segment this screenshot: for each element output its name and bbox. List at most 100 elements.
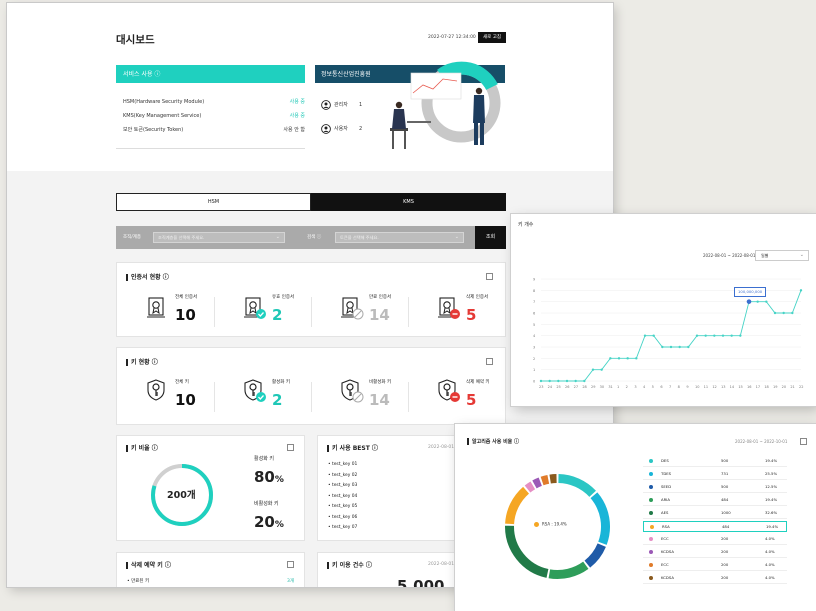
data-point[interactable] (548, 379, 551, 383)
table-row[interactable]: ECC 200 4.0% (643, 560, 787, 571)
refresh-button[interactable]: 새로 고침 (478, 32, 506, 43)
expired-key-value: 3개 (287, 579, 295, 584)
inactive-key-label: 비활성화 키 (254, 501, 279, 507)
token-select[interactable]: 토큰을 선택해 주세요. ⌄ (335, 232, 464, 243)
data-point[interactable] (574, 379, 577, 383)
data-point[interactable] (730, 334, 733, 337)
x-tick-label: 31 (608, 385, 612, 389)
external-link-icon[interactable] (287, 561, 294, 568)
data-point[interactable] (756, 300, 759, 303)
data-point[interactable] (704, 334, 707, 337)
x-tick-label: 30 (600, 385, 604, 389)
y-tick-label: 0 (533, 380, 535, 384)
table-row[interactable]: SEED 500 12.5% (643, 482, 787, 493)
stat-value: 14 (369, 306, 390, 324)
data-point[interactable] (643, 334, 647, 337)
key-count-panel: 키 개수 2022-08-01 ~ 2022-08-01 일별 ⌄ 012345… (511, 214, 816, 406)
tab-kms[interactable]: KMS (311, 193, 506, 211)
admin-label: 관리자 (334, 102, 348, 108)
data-point[interactable] (799, 289, 803, 292)
key-best-item[interactable]: • test_key 07 (328, 525, 357, 530)
certificate-icon (438, 297, 460, 319)
algorithm-count: 484 (722, 524, 730, 529)
data-point[interactable] (539, 379, 543, 383)
x-tick-label: 21 (790, 385, 794, 389)
data-point[interactable] (669, 345, 673, 349)
data-point[interactable] (695, 334, 699, 337)
donut-slice[interactable] (548, 561, 589, 579)
data-point[interactable] (635, 357, 638, 360)
business-illustration (390, 61, 501, 149)
x-tick-label: 22 (799, 385, 803, 389)
data-point[interactable] (565, 379, 569, 383)
x-tick-label: 26 (565, 385, 569, 389)
service-name: 보안 토큰(Security Token) (123, 127, 184, 133)
algorithm-percent: 19.4% (766, 524, 779, 529)
data-point[interactable] (713, 334, 716, 337)
data-point[interactable] (765, 300, 768, 303)
algorithm-name: AES (661, 510, 669, 515)
data-point[interactable] (773, 311, 777, 315)
data-point[interactable] (652, 334, 655, 337)
table-row[interactable]: ARIA 484 19.4% (643, 495, 787, 506)
data-point[interactable] (687, 345, 690, 349)
table-row[interactable]: KCDSA 200 4.0% (643, 573, 787, 584)
data-point[interactable] (746, 299, 752, 304)
donut-slice[interactable] (505, 525, 549, 578)
external-link-icon[interactable] (800, 438, 807, 445)
data-point[interactable] (626, 357, 629, 360)
external-link-icon[interactable] (486, 273, 493, 280)
data-point[interactable] (782, 311, 785, 315)
data-point[interactable] (591, 368, 595, 371)
key-best-item[interactable]: • test_key 02 (328, 473, 357, 478)
donut-slice[interactable] (558, 474, 596, 498)
key-best-item[interactable]: • test_key 06 (328, 515, 357, 520)
key-best-title: 키 사용 BEST ⓘ (327, 445, 378, 452)
data-point[interactable] (661, 345, 664, 349)
search-button[interactable]: 조회 (475, 226, 506, 249)
external-link-icon[interactable] (287, 444, 294, 451)
table-row[interactable]: AES 1000 32.6% (643, 508, 787, 519)
algorithm-name: ECC (661, 536, 669, 541)
org-select[interactable]: 조직계층을 선택해 주세요. ⌄ (153, 232, 285, 243)
data-point[interactable] (678, 345, 681, 349)
donut-slice[interactable] (505, 486, 530, 525)
donut-slice[interactable] (590, 492, 610, 545)
x-tick-label: 5 (652, 385, 654, 389)
data-point[interactable] (739, 334, 742, 337)
data-point[interactable] (583, 379, 586, 383)
data-point[interactable] (617, 357, 621, 360)
data-point[interactable] (557, 379, 560, 383)
table-row[interactable]: TDES 731 25.5% (643, 469, 787, 480)
legend-dot (649, 472, 653, 476)
external-link-icon[interactable] (486, 358, 493, 365)
donut-slice[interactable] (549, 474, 557, 484)
donut-slice[interactable] (524, 481, 536, 493)
key-best-item[interactable]: • test_key 03 (328, 483, 357, 488)
data-point[interactable] (600, 368, 603, 371)
key-best-item[interactable]: • test_key 04 (328, 494, 357, 499)
stat-divider (311, 297, 312, 327)
data-point[interactable] (791, 311, 794, 315)
tab-hsm[interactable]: HSM (116, 193, 311, 211)
x-tick-label: 19 (773, 385, 777, 389)
admin-count: 1 (359, 102, 363, 108)
donut-slice[interactable] (540, 474, 550, 486)
table-row[interactable]: KCDSA 200 4.0% (643, 547, 787, 558)
key-usage-date: 2022-08-01 (428, 562, 455, 567)
y-tick-label: 2 (533, 357, 535, 361)
chevron-down-icon: ⌄ (275, 234, 280, 240)
x-tick-label: 10 (695, 385, 699, 389)
key-status-card: 키 현황 ⓘ 전체 키 10 활성화 키 2 비활성화 키 14 삭제 예약 키 5 (116, 347, 506, 425)
table-row[interactable]: DES 500 19.4% (643, 456, 787, 467)
algorithm-count: 200 (721, 536, 729, 541)
table-row[interactable]: RSA 484 19.4% (643, 521, 787, 532)
key-best-item[interactable]: • test_key 05 (328, 504, 357, 509)
table-row[interactable]: ECC 200 4.0% (643, 534, 787, 545)
donut-slice[interactable] (584, 543, 606, 568)
key-best-item[interactable]: • test_key 01 (328, 462, 357, 467)
x-tick-label: 12 (712, 385, 716, 389)
donut-slice[interactable] (532, 477, 542, 489)
data-point[interactable] (609, 357, 612, 360)
data-point[interactable] (721, 334, 725, 337)
